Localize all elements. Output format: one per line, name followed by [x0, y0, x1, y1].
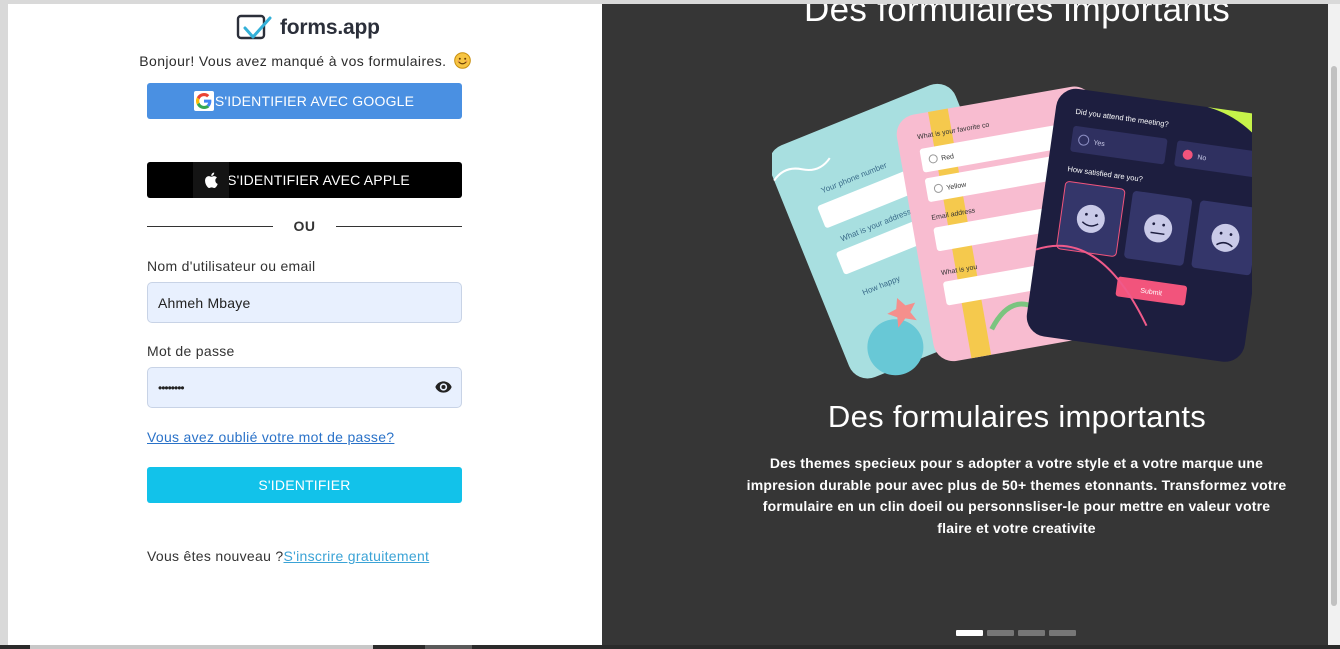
username-label: Nom d'utilisateur ou email	[147, 258, 316, 274]
carousel-indicators	[956, 630, 1076, 636]
password-label: Mot de passe	[147, 343, 235, 359]
username-input[interactable]: Ahmeh Mbaye	[147, 282, 462, 323]
card-text-no: No	[1197, 154, 1207, 162]
carousel-dot-4[interactable]	[1049, 630, 1076, 636]
apple-signin-button[interactable]: S'IDENTIFIER AVEC APPLE	[147, 162, 462, 198]
carousel-dot-1[interactable]	[956, 630, 983, 636]
apple-signin-label: S'IDENTIFIER AVEC APPLE	[227, 172, 410, 188]
login-panel: forms.app Bonjour! Vous avez manqué à vo…	[8, 4, 602, 645]
signin-label: S'IDENTIFIER	[258, 477, 351, 493]
or-divider: OU	[147, 216, 462, 236]
forgot-password-link[interactable]: Vous avez oublié votre mot de passe?	[147, 429, 394, 445]
showcase-panel: Des formulaires importants Your phone nu…	[602, 4, 1328, 645]
password-value: ••••••••	[158, 380, 185, 395]
signup-row: Vous êtes nouveau ?S'inscrire gratuiteme…	[147, 548, 429, 564]
carousel-dot-3[interactable]	[1018, 630, 1045, 636]
signin-button[interactable]: S'IDENTIFIER	[147, 467, 462, 503]
greeting-text: Bonjour! Vous avez manqué à vos formulai…	[139, 53, 447, 69]
bottom-strip-segment	[30, 645, 373, 649]
password-input[interactable]: ••••••••	[147, 367, 462, 408]
smiley-icon	[453, 52, 471, 69]
showcase-description: Des themes specieux pour s adopter a vot…	[746, 455, 1287, 536]
brand-logo[interactable]: forms.app	[236, 12, 380, 44]
brand-name: forms.app	[280, 16, 380, 39]
signup-prompt: Vous êtes nouveau ?	[147, 548, 284, 564]
showcase-title: Des formulaires importants	[827, 399, 1207, 434]
divider-line-right	[336, 226, 462, 227]
page-scrollbar[interactable]	[1328, 4, 1340, 645]
google-signin-label: S'IDENTIFIER AVEC GOOGLE	[214, 93, 415, 109]
forms-app-logo-icon	[236, 14, 272, 40]
eye-icon[interactable]	[435, 380, 452, 394]
signup-link[interactable]: S'inscrire gratuitement	[283, 548, 429, 564]
username-value: Ahmeh Mbaye	[158, 294, 251, 311]
apple-logo-icon	[193, 162, 229, 198]
carousel-dot-2[interactable]	[987, 630, 1014, 636]
browser-viewport: forms.app Bonjour! Vous avez manqué à vo…	[8, 4, 1328, 645]
bottom-strip-segment-dark	[425, 645, 472, 649]
bottom-scroll-strip	[0, 645, 1340, 649]
greeting: Bonjour! Vous avez manqué à vos formulai…	[8, 52, 602, 69]
google-logo-icon	[194, 91, 214, 111]
scrollbar-thumb[interactable]	[1331, 66, 1337, 606]
google-signin-button[interactable]: S'IDENTIFIER AVEC GOOGLE	[147, 83, 462, 119]
navy-form-card: Did you attend the meeting? Yes No How s…	[1026, 88, 1252, 362]
form-themes-illustration: Your phone number What is your address H…	[772, 83, 1252, 379]
showcase-top-title: Des formulaires importants	[804, 4, 1230, 29]
